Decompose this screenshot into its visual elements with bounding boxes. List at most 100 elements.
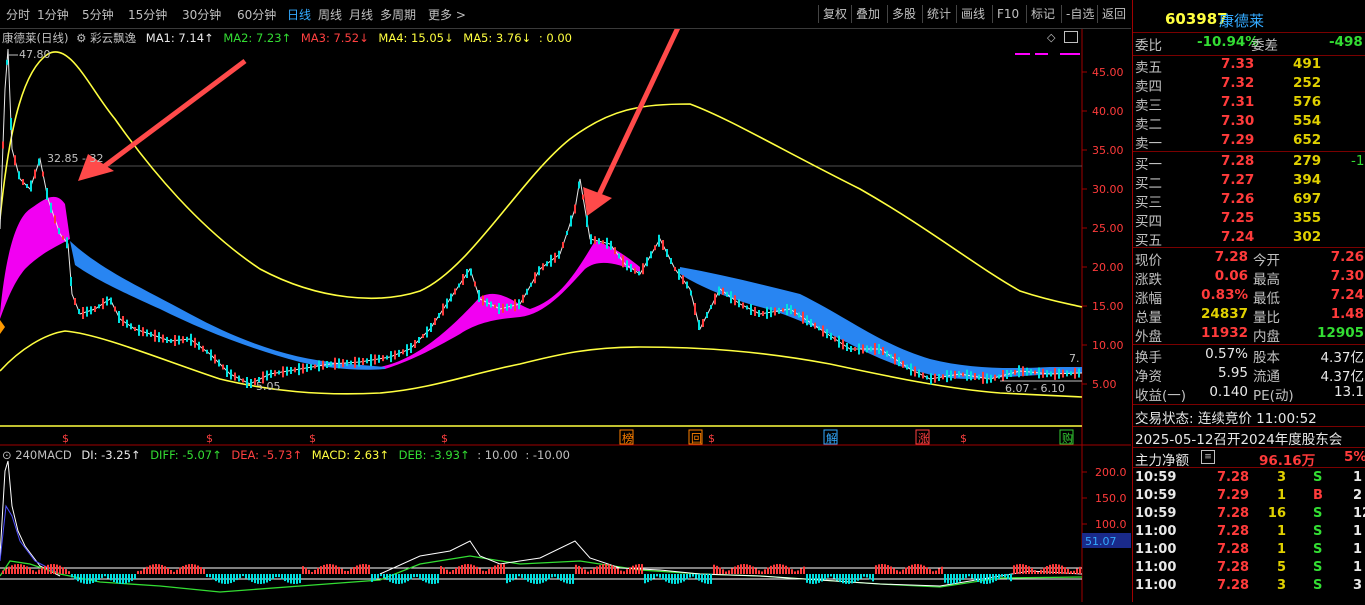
tab-30min[interactable]: 30分钟: [182, 6, 221, 23]
macd-bar: [26, 566, 28, 574]
tab-timeshare[interactable]: 分时: [6, 6, 30, 23]
macd-bar: [584, 569, 586, 574]
bid-price[interactable]: 7.25: [1221, 210, 1254, 226]
macd-bar: [527, 574, 529, 582]
event-marker[interactable]: $: [708, 432, 715, 445]
candle: [738, 299, 740, 308]
diamond-icon[interactable]: ◇: [1047, 31, 1055, 44]
tab-monthly[interactable]: 月线: [349, 6, 373, 23]
macd-bar: [551, 574, 553, 578]
tab-5min[interactable]: 5分钟: [82, 6, 114, 23]
overlay-button[interactable]: 叠加: [851, 5, 884, 23]
candle: [150, 331, 152, 337]
macd-bar: [998, 574, 1000, 579]
event-marker[interactable]: $: [441, 432, 448, 445]
adjust-button[interactable]: 复权: [818, 5, 851, 23]
candle: [430, 323, 432, 332]
stat-value-2: 1.48: [1330, 306, 1364, 322]
candle: [134, 327, 136, 331]
candle: [1042, 368, 1044, 378]
tab-1min[interactable]: 1分钟: [37, 6, 69, 23]
event-marker[interactable]: $: [62, 432, 69, 445]
gear-icon[interactable]: ⚙: [76, 31, 86, 45]
macd-panel[interactable]: 200.0 150.0 100.0 51.07 ⊙ 240MACD DI: -3.2…: [0, 446, 1131, 602]
trade-volume: 1: [1276, 524, 1286, 539]
macd-bar: [161, 564, 163, 574]
macd-bar: [1037, 571, 1039, 574]
macd-bar: [719, 567, 721, 574]
macd-bar: [350, 568, 352, 574]
event-marker[interactable]: $: [206, 432, 213, 445]
event-marker[interactable]: 购: [1062, 431, 1073, 445]
collapse-icon[interactable]: ⊙: [2, 448, 12, 462]
macd-bar: [962, 574, 964, 580]
maximize-icon[interactable]: [1064, 31, 1078, 43]
bid-volume: 302: [1293, 229, 1322, 245]
candle: [910, 363, 912, 376]
event-marker[interactable]: 涨: [918, 432, 929, 445]
watchlist-button[interactable]: -自选: [1061, 5, 1098, 23]
macd-bar: [62, 567, 64, 574]
event-marker[interactable]: 回: [691, 432, 702, 445]
indicator-legend[interactable]: 彩云飘逸: [90, 31, 136, 45]
trade-time: 10:59: [1135, 470, 1177, 485]
ask-price[interactable]: 7.32: [1221, 75, 1254, 91]
stock-name[interactable]: 康德莱: [1219, 10, 1264, 31]
event-marker[interactable]: 解: [826, 431, 837, 445]
tab-15min[interactable]: 15分钟: [128, 6, 167, 23]
macd-svg[interactable]: 200.0 150.0 100.0 51.07: [0, 446, 1131, 602]
fund-value-2: 13.1: [1333, 384, 1364, 400]
bid-price[interactable]: 7.24: [1221, 229, 1254, 245]
tab-daily[interactable]: 日线: [287, 6, 311, 23]
event-marker[interactable]: 榜: [622, 431, 633, 445]
candle: [98, 304, 100, 309]
stats-button[interactable]: 统计: [922, 5, 955, 23]
notice-text[interactable]: 2025-05-12召开2024年度股东会: [1135, 428, 1342, 448]
tab-60min[interactable]: 60分钟: [237, 6, 276, 23]
candle: [94, 306, 96, 312]
event-marker[interactable]: $: [309, 432, 316, 445]
candle: [970, 371, 972, 381]
macd-bar: [281, 574, 283, 580]
tab-weekly[interactable]: 周线: [318, 6, 342, 23]
bid-price[interactable]: 7.27: [1221, 172, 1254, 188]
macd-name[interactable]: 240MACD: [15, 448, 71, 462]
bid-price[interactable]: 7.28: [1221, 153, 1254, 169]
ask-price[interactable]: 7.29: [1221, 132, 1254, 148]
candle: [6, 59, 8, 65]
macd-bar: [311, 571, 313, 574]
stock-legend[interactable]: 康德莱(日线): [2, 31, 68, 45]
macd-bar: [788, 567, 790, 574]
macd-bar: [869, 574, 871, 580]
mark-button[interactable]: 标记: [1026, 5, 1059, 23]
tab-more[interactable]: 更多 >: [428, 6, 466, 23]
macd-bar: [503, 564, 505, 574]
draw-button[interactable]: 画线: [956, 5, 989, 23]
macd-bar: [380, 574, 382, 577]
macd-bar: [68, 571, 70, 574]
ask-price[interactable]: 7.33: [1221, 56, 1254, 72]
multi-stock-button[interactable]: 多股: [887, 5, 920, 23]
kline-chart[interactable]: 45.00 40.00 35.00 30.00 25.00 20.00 15.00 10.00…: [0, 17, 1131, 446]
ask-price[interactable]: 7.30: [1221, 113, 1254, 129]
candle: [142, 327, 144, 337]
macd-bar: [1028, 566, 1030, 574]
back-button[interactable]: 返回: [1097, 5, 1130, 23]
candle: [426, 326, 428, 338]
f10-button[interactable]: F10: [992, 5, 1023, 23]
macd-bar: [680, 574, 682, 583]
macd-bar: [725, 571, 727, 574]
kline-svg[interactable]: 45.00 40.00 35.00 30.00 25.00 20.00 15.00 10.00…: [0, 17, 1131, 446]
candle: [790, 305, 792, 315]
candle: [382, 355, 384, 362]
macd-bar: [44, 565, 46, 574]
tab-multi-period[interactable]: 多周期: [380, 6, 416, 23]
macd-bar: [14, 564, 16, 574]
candle: [110, 297, 112, 305]
candle: [154, 329, 156, 342]
list-icon[interactable]: ≡: [1201, 450, 1215, 464]
candle: [798, 312, 800, 318]
event-marker[interactable]: $: [960, 432, 967, 445]
ask-price[interactable]: 7.31: [1221, 94, 1254, 110]
bid-price[interactable]: 7.26: [1221, 191, 1254, 207]
